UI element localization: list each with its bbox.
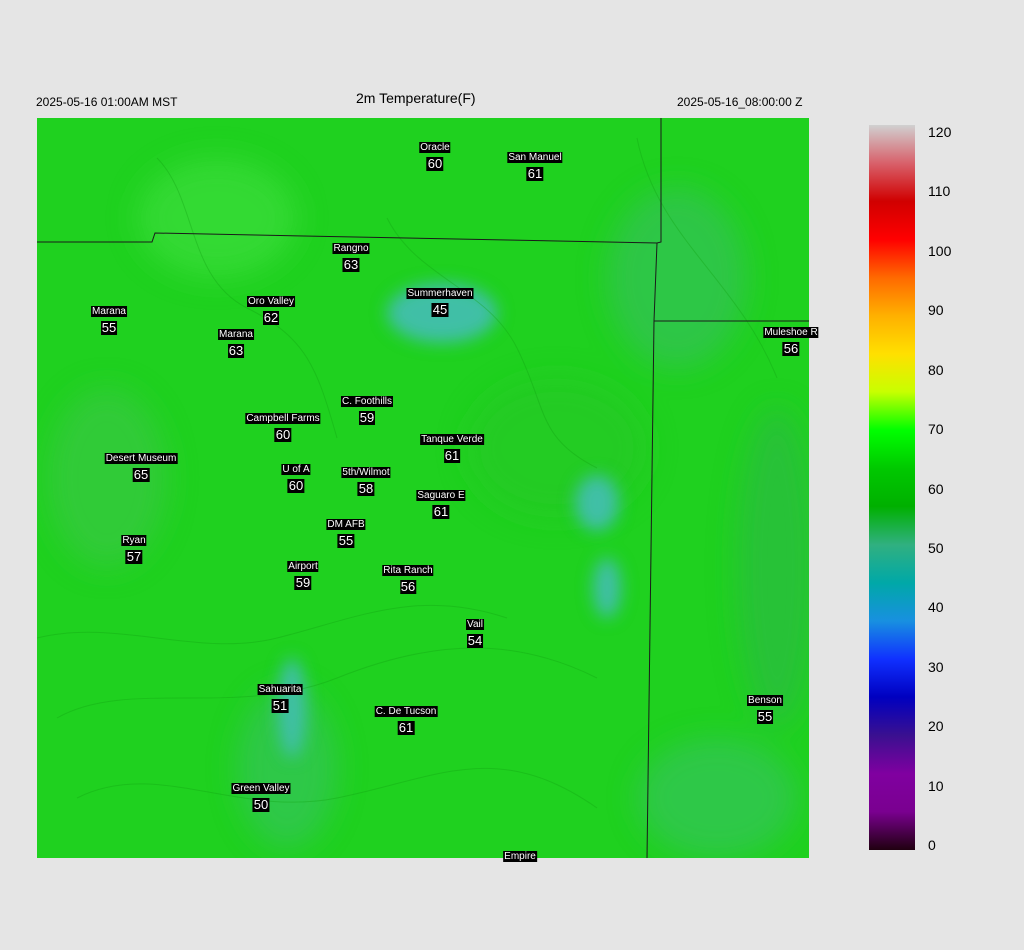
station-name: Empire — [503, 851, 537, 862]
station-san-manuel: San Manuel 61 — [507, 147, 563, 181]
station-value: 45 — [431, 302, 449, 317]
station-marana: Marana 63 — [218, 324, 254, 358]
station-name: Green Valley — [231, 783, 291, 794]
colorbar-tick-label: 40 — [928, 599, 944, 616]
station-name: Airport — [287, 561, 319, 572]
station-saguaro-e: Saguaro E 61 — [416, 485, 466, 519]
station-c-de-tucson: C. De Tucson 61 — [374, 701, 438, 735]
colorbar-tick-label: 70 — [928, 421, 944, 438]
station-name: Oro Valley — [247, 296, 295, 307]
map-title: 2m Temperature(F) — [356, 90, 476, 106]
station-name: Oracle — [419, 142, 451, 153]
station-campbell-farms: Campbell Farms 60 — [245, 408, 321, 442]
station-benson: Benson 55 — [747, 690, 783, 724]
station-name: Tanque Verde — [420, 434, 484, 445]
station-marana-west: Marana 55 — [91, 301, 127, 335]
temperature-colorbar — [869, 125, 915, 850]
station-value: 51 — [271, 698, 289, 713]
colorbar-tick-label: 80 — [928, 361, 944, 378]
station-oracle: Oracle 60 — [419, 137, 451, 171]
station-oro-valley: Oro Valley 62 — [247, 291, 295, 325]
station-name: Desert Museum — [104, 453, 178, 464]
station-value: 63 — [342, 257, 360, 272]
station-value: 61 — [526, 166, 544, 181]
colorbar-tick-label: 20 — [928, 718, 944, 735]
station-green-valley: Green Valley 50 — [231, 778, 291, 812]
station-value: 61 — [397, 720, 415, 735]
station-value: 63 — [227, 343, 245, 358]
station-name: Muleshoe R — [763, 327, 819, 338]
station-muleshoe-r: Muleshoe R 56 — [763, 322, 819, 356]
colorbar-tick-label: 90 — [928, 302, 944, 319]
station-value: 50 — [252, 797, 270, 812]
station-name: Rita Ranch — [382, 565, 434, 576]
station-value: 56 — [782, 341, 800, 356]
station-value: 55 — [100, 320, 118, 335]
station-name: Saguaro E — [416, 490, 466, 501]
station-rangno: Rangno 63 — [332, 238, 370, 272]
station-vail: Vail 54 — [466, 614, 484, 648]
station-value: 58 — [357, 481, 375, 496]
local-time-label: 2025-05-16 01:00AM MST — [36, 95, 178, 109]
station-name: DM AFB — [326, 519, 366, 530]
station-name: Summerhaven — [406, 288, 474, 299]
station-ryan: Ryan 57 — [121, 530, 147, 564]
colorbar-tick-label: 0 — [928, 837, 936, 853]
colorbar-tick-label: 30 — [928, 658, 944, 675]
station-c-foothills: C. Foothills 59 — [340, 391, 394, 425]
station-empire: Empire — [503, 846, 537, 864]
station-5th-wilmot: 5th/Wilmot 58 — [341, 462, 391, 496]
station-desert-museum: Desert Museum 65 — [104, 448, 178, 482]
colorbar-tick-label: 50 — [928, 539, 944, 556]
station-name: Marana — [218, 329, 254, 340]
colorbar-tick-label: 110 — [928, 183, 951, 200]
colorbar-tick-label: 120 — [928, 124, 952, 140]
station-name: 5th/Wilmot — [341, 467, 391, 478]
station-u-of-a: U of A 60 — [281, 459, 311, 493]
temperature-map: Oracle 60 San Manuel 61 Rangno 63 Summer… — [36, 118, 819, 862]
station-name: Vail — [466, 619, 484, 630]
station-name: C. Foothills — [340, 396, 394, 407]
station-value: 62 — [262, 310, 280, 325]
station-value: 59 — [358, 410, 376, 425]
station-tanque-verde: Tanque Verde 61 — [420, 429, 484, 463]
station-airport: Airport 59 — [287, 556, 319, 590]
station-value: 61 — [443, 448, 461, 463]
station-name: Ryan — [121, 535, 147, 546]
colorbar-tick-label: 60 — [928, 480, 944, 497]
station-value: 54 — [466, 633, 484, 648]
station-value: 65 — [132, 467, 150, 482]
station-value: 60 — [287, 478, 305, 493]
station-name: U of A — [281, 464, 311, 475]
station-name: Benson — [747, 695, 783, 706]
station-name: San Manuel — [507, 152, 563, 163]
station-value: 55 — [337, 533, 355, 548]
station-value: 55 — [756, 709, 774, 724]
station-value: 61 — [432, 504, 450, 519]
station-sahuarita: Sahuarita 51 — [257, 679, 303, 713]
station-value: 60 — [274, 427, 292, 442]
station-value: 57 — [125, 549, 143, 564]
station-value: 59 — [294, 575, 312, 590]
station-name: Rangno — [332, 243, 370, 254]
station-name: C. De Tucson — [374, 706, 438, 717]
station-name: Marana — [91, 306, 127, 317]
station-rita-ranch: Rita Ranch 56 — [382, 560, 434, 594]
station-name: Sahuarita — [257, 684, 303, 695]
colorbar-tick-label: 10 — [928, 777, 944, 794]
station-dm-afb: DM AFB 55 — [326, 514, 366, 548]
station-name: Campbell Farms — [245, 413, 321, 424]
utc-time-label: 2025-05-16_08:00:00 Z — [677, 95, 803, 109]
station-value: 60 — [426, 156, 444, 171]
station-summerhaven: Summerhaven 45 — [406, 283, 474, 317]
colorbar-tick-label: 100 — [928, 242, 952, 259]
station-value: 56 — [399, 579, 417, 594]
